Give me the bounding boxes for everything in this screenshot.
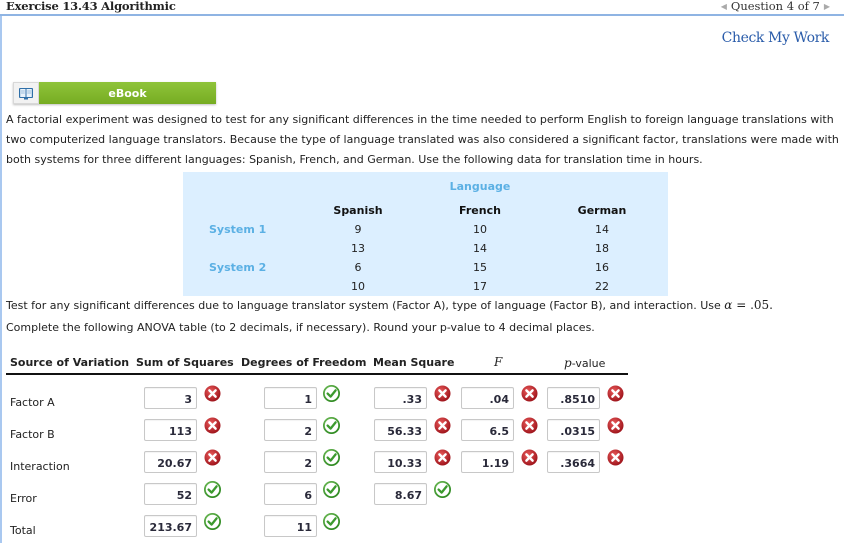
column-header-french: French bbox=[459, 204, 501, 217]
correct-check-icon bbox=[323, 417, 340, 434]
ebook-button[interactable]: eBook bbox=[13, 82, 216, 104]
data-cell: 14 bbox=[473, 242, 487, 255]
incorrect-x-icon bbox=[607, 417, 624, 434]
sum-of-squares-input[interactable]: 52 bbox=[144, 483, 197, 505]
sum-of-squares-input[interactable]: 20.67 bbox=[144, 451, 197, 473]
degrees-of-freedom-input[interactable]: 2 bbox=[264, 419, 317, 441]
header-degrees-of-freedom: Degrees of Freedom bbox=[241, 356, 367, 369]
sum-of-squares-input[interactable]: 213.67 bbox=[144, 515, 197, 537]
next-question-icon[interactable]: ▶ bbox=[824, 2, 830, 11]
data-cell: 13 bbox=[351, 242, 365, 255]
incorrect-x-icon bbox=[607, 449, 624, 466]
header-source: Source of Variation bbox=[10, 356, 130, 369]
mean-square-input[interactable]: 8.67 bbox=[374, 483, 427, 505]
data-cell: 16 bbox=[595, 261, 609, 274]
p-value-input[interactable]: .3664 bbox=[547, 451, 600, 473]
source-label: Error bbox=[10, 492, 37, 505]
sum-of-squares-input[interactable]: 3 bbox=[144, 387, 197, 409]
instruction-test: Test for any significant differences due… bbox=[6, 295, 773, 316]
correct-check-icon bbox=[434, 481, 451, 498]
data-cell: 22 bbox=[595, 280, 609, 293]
data-cell: 17 bbox=[473, 280, 487, 293]
degrees-of-freedom-input[interactable]: 6 bbox=[264, 483, 317, 505]
source-label: Total bbox=[10, 524, 36, 537]
anova-row-error: Error 52 6 8.67 bbox=[0, 481, 844, 514]
header-sum-of-squares: Sum of Squares bbox=[136, 356, 234, 369]
incorrect-x-icon bbox=[521, 417, 538, 434]
data-cell: 6 bbox=[354, 261, 362, 274]
row-label-system-1: System 1 bbox=[209, 223, 267, 236]
p-letter: p bbox=[564, 356, 572, 370]
alpha-value: .05 bbox=[750, 298, 770, 312]
exercise-title: Exercise 13.43 Algorithmic bbox=[6, 0, 176, 13]
correct-check-icon bbox=[323, 449, 340, 466]
anova-row-total: Total 213.67 11 bbox=[0, 513, 844, 543]
period: . bbox=[769, 298, 773, 312]
header-mean-square: Mean Square bbox=[373, 356, 455, 369]
row-label-system-2: System 2 bbox=[209, 261, 267, 274]
degrees-of-freedom-input[interactable]: 11 bbox=[264, 515, 317, 537]
header-f: F bbox=[494, 355, 503, 369]
check-my-work-link[interactable]: Check My Work bbox=[722, 30, 830, 46]
exercise-header-bar: Exercise 13.43 Algorithmic ◀ Question 4 … bbox=[0, 0, 844, 16]
sum-of-squares-input[interactable]: 113 bbox=[144, 419, 197, 441]
anova-row-interaction: Interaction 20.67 2 10.33 1.19 .3664 bbox=[0, 449, 844, 482]
language-group-header: Language bbox=[449, 180, 511, 193]
ebook-label: eBook bbox=[39, 82, 216, 104]
p-suffix: -value bbox=[571, 357, 606, 370]
anova-table-header: Source of Variation Sum of Squares Degre… bbox=[6, 353, 628, 375]
translation-data-table: Language Spanish French German System 1 … bbox=[183, 172, 668, 296]
degrees-of-freedom-input[interactable]: 1 bbox=[264, 387, 317, 409]
incorrect-x-icon bbox=[204, 385, 221, 402]
header-p-value: p-value bbox=[564, 356, 605, 370]
correct-check-icon bbox=[323, 385, 340, 402]
data-cell: 10 bbox=[473, 223, 487, 236]
f-value-input[interactable]: .04 bbox=[461, 387, 514, 409]
incorrect-x-icon bbox=[607, 385, 624, 402]
column-header-spanish: Spanish bbox=[333, 204, 383, 217]
source-label: Factor B bbox=[10, 428, 55, 441]
incorrect-x-icon bbox=[434, 385, 451, 402]
data-cell: 14 bbox=[595, 223, 609, 236]
correct-check-icon bbox=[323, 513, 340, 530]
correct-check-icon bbox=[323, 481, 340, 498]
data-cell: 10 bbox=[351, 280, 365, 293]
f-value-input[interactable]: 1.19 bbox=[461, 451, 514, 473]
question-counter: Question 4 of 7 bbox=[730, 0, 820, 13]
source-label: Factor A bbox=[10, 396, 55, 409]
p-value-input[interactable]: .8510 bbox=[547, 387, 600, 409]
data-cell: 15 bbox=[473, 261, 487, 274]
incorrect-x-icon bbox=[521, 449, 538, 466]
anova-row-factor a: Factor A 3 1 .33 .04 .8510 bbox=[0, 385, 844, 418]
instruction-complete-table: Complete the following ANOVA table (to 2… bbox=[6, 321, 595, 334]
mean-square-input[interactable]: 56.33 bbox=[374, 419, 427, 441]
correct-check-icon bbox=[204, 513, 221, 530]
incorrect-x-icon bbox=[434, 449, 451, 466]
instruction-test-text: Test for any significant differences due… bbox=[6, 299, 725, 312]
question-navigator: ◀ Question 4 of 7 ▶ bbox=[721, 0, 830, 13]
anova-row-factor b: Factor B 113 2 56.33 6.5 .0315 bbox=[0, 417, 844, 450]
mean-square-input[interactable]: .33 bbox=[374, 387, 427, 409]
column-header-german: German bbox=[577, 204, 627, 217]
incorrect-x-icon bbox=[434, 417, 451, 434]
f-value-input[interactable]: 6.5 bbox=[461, 419, 514, 441]
degrees-of-freedom-input[interactable]: 2 bbox=[264, 451, 317, 473]
correct-check-icon bbox=[204, 481, 221, 498]
equals-sign: = bbox=[732, 298, 751, 312]
source-label: Interaction bbox=[10, 460, 70, 473]
p-value-input[interactable]: .0315 bbox=[547, 419, 600, 441]
data-cell: 18 bbox=[595, 242, 609, 255]
incorrect-x-icon bbox=[521, 385, 538, 402]
data-cell: 9 bbox=[354, 223, 362, 236]
mean-square-input[interactable]: 10.33 bbox=[374, 451, 427, 473]
problem-statement: A factorial experiment was designed to t… bbox=[6, 113, 839, 166]
previous-question-icon[interactable]: ◀ bbox=[721, 2, 727, 11]
incorrect-x-icon bbox=[204, 449, 221, 466]
open-book-icon bbox=[13, 82, 39, 104]
incorrect-x-icon bbox=[204, 417, 221, 434]
